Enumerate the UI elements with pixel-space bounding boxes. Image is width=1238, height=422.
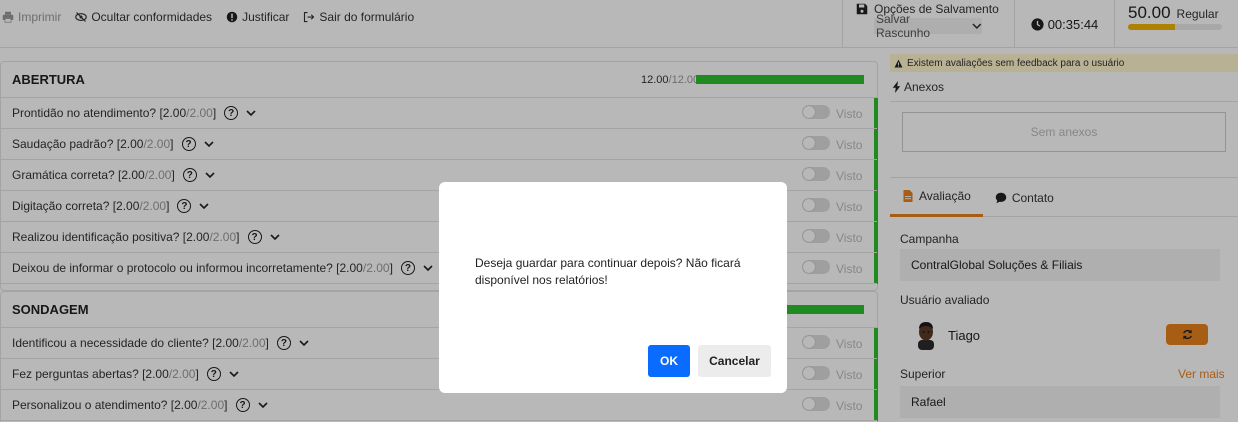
cancel-button[interactable]: Cancelar: [698, 345, 771, 377]
ok-button[interactable]: OK: [648, 345, 690, 377]
dialog-message: Deseja guardar para continuar depois? Nã…: [475, 256, 741, 287]
save-confirm-dialog: Deseja guardar para continuar depois? Nã…: [439, 182, 787, 393]
